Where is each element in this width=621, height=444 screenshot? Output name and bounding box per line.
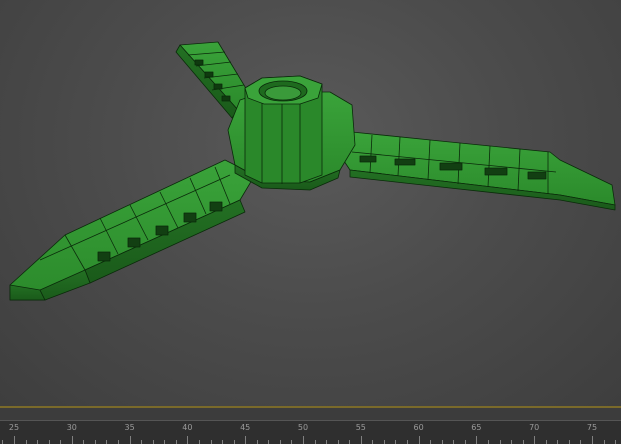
timeline-minor-tick bbox=[2, 440, 4, 444]
timeline-minor-tick bbox=[430, 440, 432, 444]
timeline-current-frame-line bbox=[0, 406, 621, 408]
timeline-tick-label: 45 bbox=[240, 423, 251, 432]
timeline-minor-tick bbox=[141, 440, 143, 444]
timeline-minor-tick bbox=[568, 440, 570, 444]
timeline-minor-tick bbox=[372, 440, 374, 444]
timeline-minor-tick bbox=[511, 440, 513, 444]
timeline-tick-label: 55 bbox=[355, 423, 366, 432]
timeline-minor-tick bbox=[60, 440, 62, 444]
timeline-minor-tick bbox=[268, 440, 270, 444]
timeline-minor-tick bbox=[175, 440, 177, 444]
timeline-minor-tick bbox=[499, 440, 501, 444]
timeline-minor-tick bbox=[314, 440, 316, 444]
timeline-minor-tick bbox=[337, 440, 339, 444]
timeline-minor-tick bbox=[48, 440, 50, 444]
timeline-minor-tick bbox=[152, 440, 154, 444]
timeline-minor-tick bbox=[603, 440, 605, 444]
timeline-tick-label: 60 bbox=[413, 423, 424, 432]
timeline-minor-tick bbox=[383, 440, 385, 444]
timeline-minor-tick bbox=[441, 440, 443, 444]
timeline-minor-tick bbox=[222, 440, 224, 444]
timeline-minor-tick bbox=[580, 440, 582, 444]
timeline-tick-label: 65 bbox=[471, 423, 482, 432]
timeline-minor-tick bbox=[487, 440, 489, 444]
timeline-minor-tick bbox=[118, 440, 120, 444]
timeline-minor-tick bbox=[164, 440, 166, 444]
timeline-minor-tick bbox=[615, 440, 617, 444]
timeline-minor-tick bbox=[37, 440, 39, 444]
timeline-minor-tick bbox=[326, 440, 328, 444]
hub-cylinder bbox=[244, 75, 323, 184]
timeline-tick-label: 25 bbox=[8, 423, 20, 432]
timeline-minor-tick bbox=[233, 440, 235, 444]
timeline-minor-tick bbox=[453, 440, 455, 444]
timeline-tick-label: 35 bbox=[124, 423, 135, 432]
left-leg bbox=[9, 159, 256, 301]
timeline-minor-tick bbox=[291, 440, 293, 444]
timeline-minor-tick bbox=[106, 440, 108, 444]
timeline-bar[interactable]: 25 30 35 40 45 50 55 60 65 70 75 bbox=[0, 406, 621, 444]
timeline-minor-tick bbox=[349, 440, 351, 444]
timeline-minor-tick bbox=[464, 440, 466, 444]
timeline-tick-label: 75 bbox=[586, 423, 598, 432]
timeline-minor-tick bbox=[25, 440, 27, 444]
timeline-minor-tick bbox=[210, 440, 212, 444]
timeline-tick-label: 30 bbox=[66, 423, 77, 432]
timeline-minor-tick bbox=[83, 440, 85, 444]
timeline-minor-tick bbox=[94, 440, 96, 444]
timeline-minor-tick bbox=[557, 440, 559, 444]
tripod-stand-model[interactable] bbox=[0, 0, 621, 406]
timeline-minor-tick bbox=[545, 440, 547, 444]
timeline-minor-tick bbox=[407, 440, 409, 444]
timeline-tick-label: 50 bbox=[297, 423, 309, 432]
timeline-tick-label: 70 bbox=[529, 423, 540, 432]
timeline-minor-tick bbox=[395, 440, 397, 444]
3d-viewport[interactable] bbox=[0, 0, 621, 406]
timeline-ruler[interactable]: 25 30 35 40 45 50 55 60 65 70 75 bbox=[0, 420, 621, 444]
right-leg bbox=[329, 131, 616, 211]
timeline-tick-label: 40 bbox=[182, 423, 193, 432]
timeline-minor-tick bbox=[522, 440, 524, 444]
timeline-minor-tick bbox=[198, 440, 200, 444]
timeline-minor-tick bbox=[279, 440, 281, 444]
timeline-minor-tick bbox=[256, 440, 258, 444]
